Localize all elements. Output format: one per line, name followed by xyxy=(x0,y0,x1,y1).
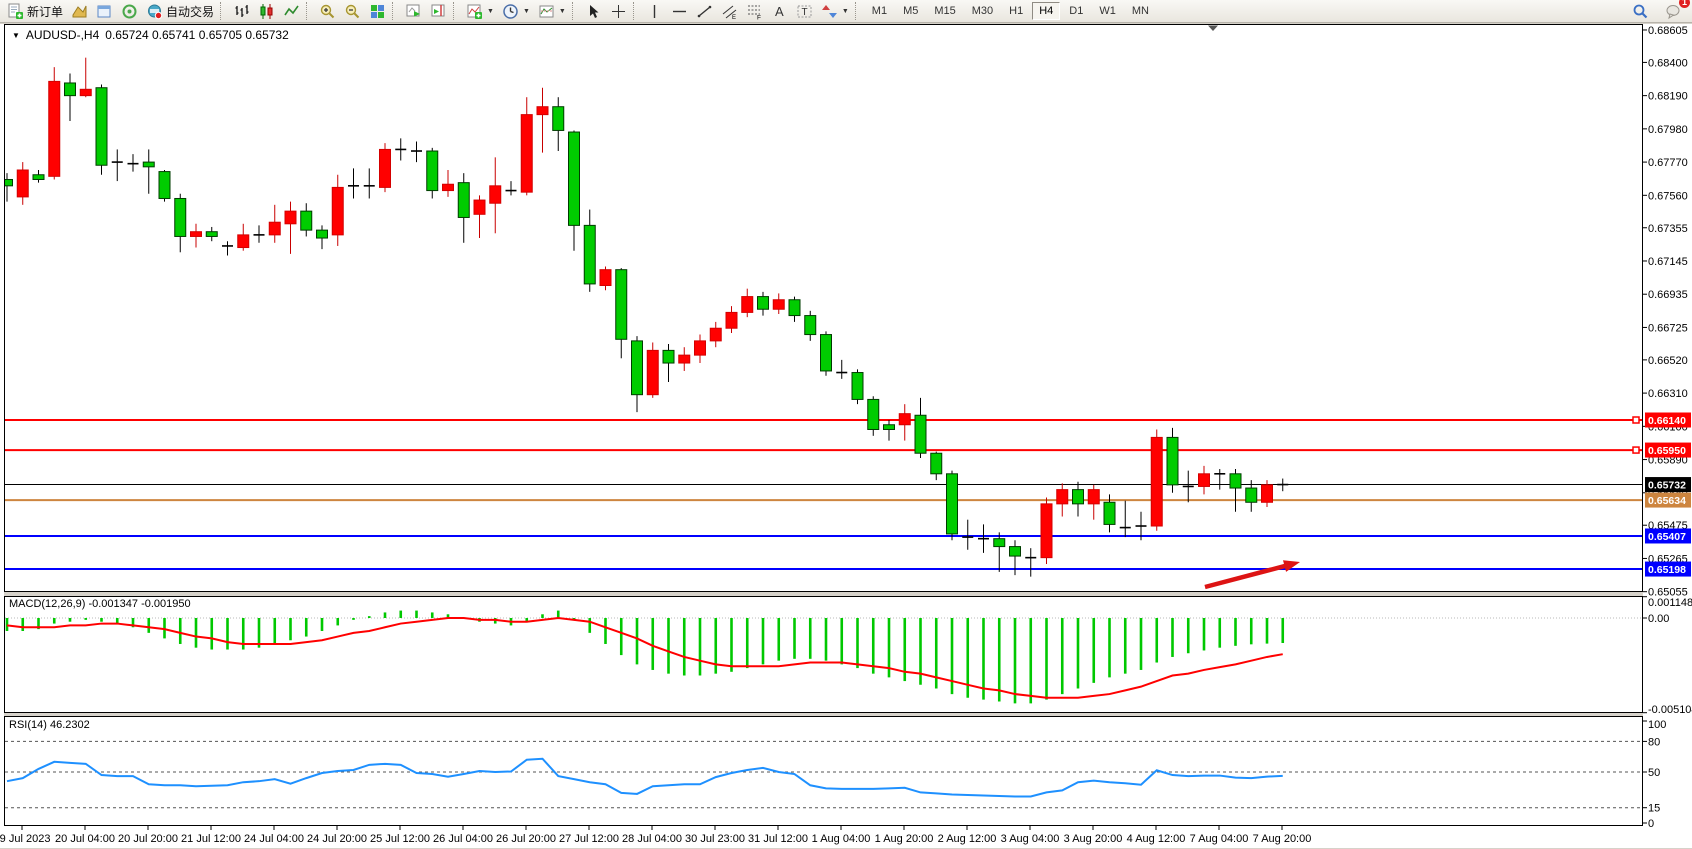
price-axis-label: 0.68605 xyxy=(1648,25,1688,37)
rsi-axis-label: 100 xyxy=(1648,719,1666,731)
price-axis-label: 0.67560 xyxy=(1648,190,1688,202)
time-axis-label: 4 Aug 12:00 xyxy=(1127,833,1186,845)
price-badge-label: 0.65407 xyxy=(1648,531,1686,543)
price-badge-label: 0.65198 xyxy=(1648,564,1686,576)
time-axis-label: 26 Jul 20:00 xyxy=(496,833,556,845)
price-axis-label: 0.67355 xyxy=(1648,223,1688,235)
price-axis-label: 0.67770 xyxy=(1648,157,1688,169)
price-axis-label: 0.68400 xyxy=(1648,57,1688,69)
time-axis-label: 20 Jul 20:00 xyxy=(118,833,178,845)
symbol-ohlc: 0.65724 0.65741 0.65705 0.65732 xyxy=(105,28,289,42)
line-handle[interactable] xyxy=(1633,417,1639,423)
price-axis-label: 0.66520 xyxy=(1648,355,1688,367)
panel-splitter[interactable] xyxy=(4,592,1643,596)
price-badge-label: 0.65732 xyxy=(1648,480,1686,492)
price-axis-label: 0.66935 xyxy=(1648,289,1688,301)
macd-axis-label: 0.00 xyxy=(1648,613,1669,625)
time-axis-label: 31 Jul 12:00 xyxy=(748,833,808,845)
price-badge-label: 0.65950 xyxy=(1648,445,1686,457)
time-axis-label: 19 Jul 2023 xyxy=(0,833,50,845)
time-axis-label: 24 Jul 04:00 xyxy=(244,833,304,845)
mt4-application: 新订单自动交易▼▼▼EFAT▼M1M5M15M30H1H4D1W1MN1 ▼ A… xyxy=(0,0,1692,849)
rsi-panel xyxy=(5,717,1643,826)
price-axis-label: 0.67980 xyxy=(1648,124,1688,136)
chart-canvas[interactable]: 0.68605 0.68400 0.68190 0.67980 0.67770 0.675… xyxy=(0,0,1692,849)
rsi-axis-label: 50 xyxy=(1648,767,1660,779)
main-chart-panel xyxy=(5,25,1643,592)
time-axis-label: 7 Aug 20:00 xyxy=(1253,833,1312,845)
macd-panel xyxy=(5,597,1643,713)
price-axis-label: 0.66310 xyxy=(1648,388,1688,400)
macd-indicator-label: MACD(12,26,9) -0.001347 -0.001950 xyxy=(9,598,191,610)
price-badge-label: 0.66140 xyxy=(1648,415,1686,427)
time-axis-label: 1 Aug 20:00 xyxy=(875,833,934,845)
time-axis-label: 30 Jul 23:00 xyxy=(685,833,745,845)
time-axis-label: 26 Jul 04:00 xyxy=(433,833,493,845)
macd-axis-label: 0.001148 xyxy=(1648,597,1692,609)
rsi-axis-label: 80 xyxy=(1648,736,1660,748)
rsi-axis-label: 0 xyxy=(1648,818,1654,830)
rsi-indicator-label: RSI(14) 46.2302 xyxy=(9,719,90,731)
time-axis-label: 3 Aug 04:00 xyxy=(1001,833,1060,845)
time-axis-label: 2 Aug 12:00 xyxy=(938,833,997,845)
symbol-dropdown-icon[interactable]: ▼ xyxy=(12,31,20,40)
time-axis-label: 7 Aug 04:00 xyxy=(1190,833,1249,845)
time-axis-label: 28 Jul 04:00 xyxy=(622,833,682,845)
price-axis-label: 0.68190 xyxy=(1648,91,1688,103)
chart-symbol-line: ▼ AUDUSD-,H4 0.65724 0.65741 0.65705 0.6… xyxy=(12,28,289,42)
symbol-title: AUDUSD-,H4 xyxy=(26,28,99,42)
time-axis-label: 1 Aug 04:00 xyxy=(812,833,871,845)
macd-axis-label: -0.005104 xyxy=(1648,704,1692,716)
time-axis-label: 20 Jul 04:00 xyxy=(55,833,115,845)
rsi-axis-label: 15 xyxy=(1648,803,1660,815)
time-axis-label: 25 Jul 12:00 xyxy=(370,833,430,845)
price-axis-label: 0.67145 xyxy=(1648,256,1688,268)
time-axis-label: 21 Jul 12:00 xyxy=(181,833,241,845)
line-handle[interactable] xyxy=(1633,447,1639,453)
price-axis-label: 0.66725 xyxy=(1648,322,1688,334)
time-axis-label: 24 Jul 20:00 xyxy=(307,833,367,845)
panel-splitter[interactable] xyxy=(4,713,1643,716)
price-badge-label: 0.65634 xyxy=(1648,495,1686,507)
time-axis-label: 27 Jul 12:00 xyxy=(559,833,619,845)
time-axis-label: 3 Aug 20:00 xyxy=(1064,833,1123,845)
